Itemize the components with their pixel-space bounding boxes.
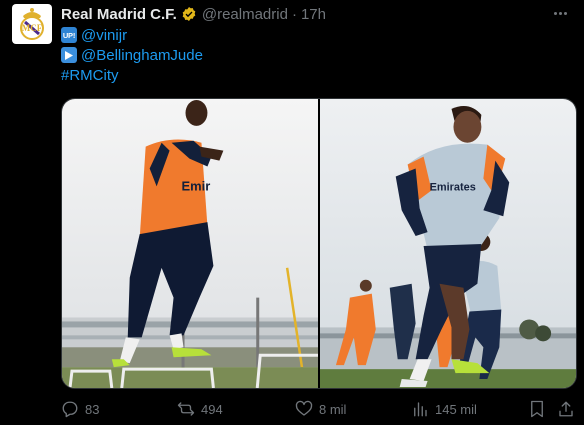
views-icon xyxy=(414,402,427,417)
verified-badge-icon xyxy=(181,6,197,22)
bookmark-icon xyxy=(531,400,543,418)
display-name[interactable]: Real Madrid C.F. xyxy=(61,6,177,23)
bookmark-button[interactable] xyxy=(528,400,546,418)
mention-link[interactable]: @BellinghamJude xyxy=(81,47,203,64)
tweet-line-3: #RMCity xyxy=(61,65,119,85)
like-icon xyxy=(295,400,313,416)
views-button[interactable]: 145 mil xyxy=(411,400,477,418)
separator-dot: · xyxy=(291,5,297,23)
reply-count: 83 xyxy=(85,401,100,417)
hashtag-link[interactable]: #RMCity xyxy=(61,67,119,84)
photo-vinicius[interactable]: Emir xyxy=(62,99,318,388)
up-emoji-icon: UP! xyxy=(61,27,77,43)
svg-text:MCF: MCF xyxy=(22,23,43,33)
timestamp[interactable]: 17h xyxy=(301,6,326,23)
repost-count: 494 xyxy=(201,401,223,417)
views-count: 145 mil xyxy=(435,401,477,417)
club-crest-icon: MCF xyxy=(20,8,44,40)
repost-button[interactable]: 494 xyxy=(177,400,223,418)
share-button[interactable] xyxy=(557,400,575,418)
tweet-header: Real Madrid C.F. @realmadrid · 17h xyxy=(61,4,326,24)
more-icon[interactable] xyxy=(554,8,572,18)
author-handle[interactable]: @realmadrid xyxy=(202,6,288,23)
like-count: 8 mil xyxy=(319,401,347,417)
like-button[interactable]: 8 mil xyxy=(295,400,346,418)
media-grid: Emir Emirates xyxy=(61,98,577,389)
avatar[interactable]: MCF xyxy=(12,4,52,44)
mention-link[interactable]: @vinijr xyxy=(81,27,127,44)
tweet-line-2: @BellinghamJude xyxy=(61,45,203,65)
share-icon xyxy=(559,401,573,417)
tweet-line-1: UP! @vinijr xyxy=(61,25,127,45)
repost-icon xyxy=(177,402,195,416)
photo-bellingham[interactable]: Emirates xyxy=(320,99,576,388)
reply-button[interactable]: 83 xyxy=(61,400,99,418)
play-emoji-icon xyxy=(61,47,77,63)
tweet-actions: 83 494 8 mil 145 mil xyxy=(61,400,577,422)
shirt-sponsor-text: Emir xyxy=(182,178,211,193)
shirt-sponsor-text: Emirates xyxy=(430,181,476,193)
reply-icon xyxy=(62,401,78,418)
